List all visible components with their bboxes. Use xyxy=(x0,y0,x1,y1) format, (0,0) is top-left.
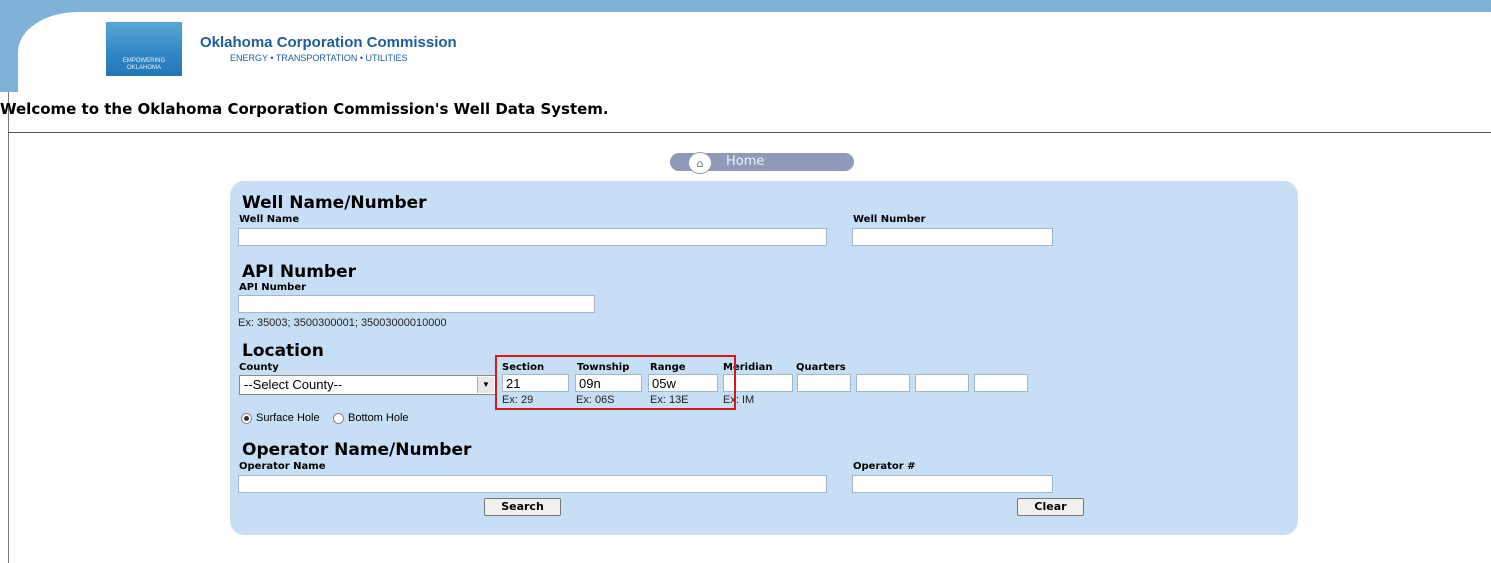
header-inner xyxy=(18,12,1491,92)
occ-logo: EMPOWERING OKLAHOMA xyxy=(106,22,182,76)
operator-name-label: Operator Name xyxy=(239,461,326,472)
quarter-input-2[interactable] xyxy=(856,374,910,392)
county-selected-value: --Select County-- xyxy=(244,377,343,392)
clear-button[interactable]: Clear xyxy=(1017,498,1084,516)
operator-number-label: Operator # xyxy=(853,461,916,472)
bottom-hole-label: Bottom Hole xyxy=(348,412,409,424)
county-label: County xyxy=(239,362,279,373)
api-example: Ex: 35003; 3500300001; 35003000010000 xyxy=(238,317,447,329)
quarter-input-3[interactable] xyxy=(915,374,969,392)
org-subtitle: ENERGY • TRANSPORTATION • UTILITIES xyxy=(230,53,408,63)
operator-name-input[interactable] xyxy=(238,475,827,493)
dropdown-arrow-icon: ▼ xyxy=(477,377,494,393)
home-label: Home xyxy=(726,154,765,169)
operator-number-input[interactable] xyxy=(852,475,1053,493)
page-title: Welcome to the Oklahoma Corporation Comm… xyxy=(0,100,609,118)
operator-section-heading: Operator Name/Number xyxy=(242,440,472,460)
home-button[interactable]: ⌂ Home xyxy=(670,152,854,174)
api-number-input[interactable] xyxy=(238,295,595,313)
api-section-heading: API Number xyxy=(242,262,356,282)
well-section-heading: Well Name/Number xyxy=(242,193,427,213)
location-highlight-box xyxy=(495,355,736,410)
house-icon: ⌂ xyxy=(688,152,712,174)
quarter-input-1[interactable] xyxy=(797,374,851,392)
county-select[interactable]: --Select County-- ▼ xyxy=(239,375,496,395)
bottom-hole-radio[interactable] xyxy=(333,413,344,424)
title-divider xyxy=(8,132,1491,133)
api-number-label: API Number xyxy=(239,282,307,293)
surface-hole-label: Surface Hole xyxy=(256,412,320,424)
quarter-input-4[interactable] xyxy=(974,374,1028,392)
well-name-label: Well Name xyxy=(239,214,300,225)
well-number-input[interactable] xyxy=(852,228,1053,246)
surface-hole-radio[interactable] xyxy=(241,413,252,424)
logo-text: EMPOWERING OKLAHOMA xyxy=(122,58,166,71)
well-number-label: Well Number xyxy=(853,214,926,225)
well-name-input[interactable] xyxy=(238,228,827,246)
location-section-heading: Location xyxy=(242,341,324,361)
org-title: Oklahoma Corporation Commission xyxy=(200,34,457,51)
search-button[interactable]: Search xyxy=(484,498,561,516)
left-divider xyxy=(8,92,9,563)
quarters-label: Quarters xyxy=(796,362,846,373)
